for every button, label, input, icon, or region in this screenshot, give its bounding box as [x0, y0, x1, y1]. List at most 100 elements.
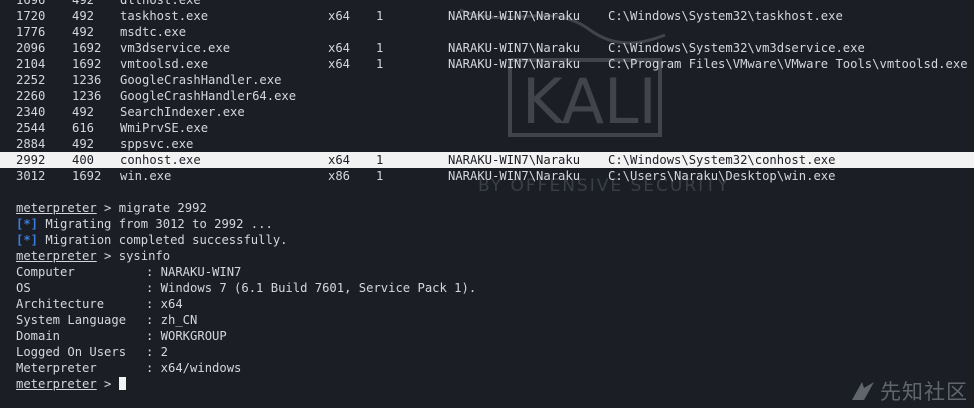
status-line: [*] Migration completed successfully.	[0, 232, 974, 248]
process-row[interactable]: 1720 492 taskhost.exe x64 1 NARAKU-WIN7\Narak…	[0, 8, 974, 24]
process-row[interactable]: 2104 1692 vmtoolsd.exe x64 1 NARAKU-WIN7\Nara…	[0, 56, 974, 72]
migrate-command-line: meterpreter > migrate 2992	[0, 200, 974, 216]
sysinfo-value: : zh_CN	[146, 313, 198, 327]
sysinfo-row: Architecture: x64	[0, 296, 974, 312]
process-pid: 2096	[16, 41, 46, 55]
brand-icon	[852, 382, 874, 400]
process-row[interactable]: 2252 1236 GoogleCrashHandler.exe	[0, 72, 974, 88]
process-list: 1696 492 dllhost.exe 1720 492 taskhost.exe x64…	[0, 0, 974, 184]
process-arch: x64	[328, 41, 351, 55]
process-ppid: 1236	[72, 89, 102, 103]
process-pid: 2884	[16, 137, 46, 151]
process-name: vm3dservice.exe	[120, 41, 231, 55]
status-marker: [*]	[16, 233, 39, 247]
process-path: C:\Windows\System32\taskhost.exe	[608, 9, 843, 23]
process-pid: 2992	[16, 153, 46, 167]
process-ppid: 492	[72, 0, 95, 7]
process-row[interactable]: 1776 492 msdtc.exe	[0, 24, 974, 40]
sysinfo-label: OS	[16, 281, 31, 295]
process-pid: 1720	[16, 9, 46, 23]
status-marker: [*]	[16, 217, 39, 231]
process-row[interactable]: 2884 492 sppsvc.exe	[0, 136, 974, 152]
sysinfo-row: OS : Windows 7 (6.1 Build 7601, Service P…	[0, 280, 974, 296]
prompt: meterpreter	[16, 249, 97, 263]
prompt-separator: >	[96, 249, 119, 263]
process-name: win.exe	[120, 169, 172, 183]
process-user: NARAKU-WIN7\Naraku	[448, 9, 581, 23]
process-row[interactable]: 2096 1692 vm3dservice.exe x64 1 NARAKU-WIN7\N…	[0, 40, 974, 56]
status-text: Migrating from 3012 to 2992 ...	[38, 217, 273, 231]
process-ppid: 1236	[72, 73, 102, 87]
process-name: conhost.exe	[120, 153, 201, 167]
process-pid: 1696	[16, 0, 46, 7]
process-row[interactable]: 2260 1236 GoogleCrashHandler64.exe	[0, 88, 974, 104]
process-pid: 2252	[16, 73, 46, 87]
prompt: meterpreter	[16, 377, 97, 391]
process-session: 1	[376, 57, 384, 71]
brand-logo: 先知社区	[850, 376, 968, 406]
process-row-selected[interactable]: 2992 400 conhost.exe x64 1 NARAKU-WIN7\Naraku…	[0, 152, 974, 168]
process-ppid: 492	[72, 137, 95, 151]
process-path: C:\Windows\System32\vm3dservice.exe	[608, 41, 865, 55]
process-name: msdtc.exe	[120, 25, 187, 39]
sysinfo-value: : NARAKU-WIN7	[146, 265, 242, 279]
process-name: GoogleCrashHandler.exe	[120, 73, 282, 87]
sysinfo-value: : Windows 7 (6.1 Build 7601, Service Pac…	[146, 281, 477, 295]
sysinfo-command-line: meterpreter > sysinfo	[0, 248, 974, 264]
command-text: sysinfo	[118, 249, 171, 263]
sysinfo-value: : 2	[146, 345, 169, 359]
process-session: 1	[376, 41, 384, 55]
sysinfo-row: Computer: NARAKU-WIN7	[0, 264, 974, 280]
process-row[interactable]: 1696 492 dllhost.exe	[0, 0, 974, 8]
sysinfo-value: : x64	[146, 297, 183, 311]
process-name: WmiPrvSE.exe	[120, 121, 209, 135]
process-path: C:\Users\Naraku\Desktop\win.exe	[608, 169, 836, 183]
process-session: 1	[376, 9, 384, 23]
sysinfo-value: : WORKGROUP	[146, 329, 227, 343]
process-name: dllhost.exe	[120, 0, 201, 7]
sysinfo-value: : x64/windows	[146, 361, 242, 375]
status-text: Migration completed successfully.	[38, 233, 288, 247]
process-ppid: 492	[72, 9, 95, 23]
process-ppid: 1692	[72, 41, 102, 55]
sysinfo-row: System Language : zh_CN	[0, 312, 974, 328]
prompt-separator: >	[96, 201, 119, 215]
process-pid: 3012	[16, 169, 46, 183]
process-arch: x64	[328, 153, 351, 167]
sysinfo-row: Logged On Users: 2	[0, 344, 974, 360]
process-ppid: 492	[72, 25, 95, 39]
prompt: meterpreter	[16, 201, 97, 215]
process-user: NARAKU-WIN7\Naraku	[448, 57, 581, 71]
terminal-window[interactable]: KALI BY OFFENSIVE SECURITY 1696 492 dllhos…	[0, 0, 974, 408]
sysinfo-output: Computer: NARAKU-WIN7 OS : Windows 7 (6.1 …	[0, 264, 974, 376]
status-line: [*] Migrating from 3012 to 2992 ...	[0, 216, 974, 232]
process-row[interactable]: 2340 492 SearchIndexer.exe	[0, 104, 974, 120]
process-ppid: 1692	[72, 169, 102, 183]
process-pid: 2104	[16, 57, 46, 71]
sysinfo-label: Meterpreter	[16, 361, 97, 375]
text-cursor[interactable]	[118, 377, 126, 390]
process-ppid: 616	[72, 121, 95, 135]
process-pid: 2544	[16, 121, 46, 135]
process-name: taskhost.exe	[120, 9, 209, 23]
process-pid: 1776	[16, 25, 46, 39]
process-row[interactable]: 2544 616 WmiPrvSE.exe	[0, 120, 974, 136]
sysinfo-label: System Language	[16, 313, 127, 327]
process-user: NARAKU-WIN7\Naraku	[448, 41, 581, 55]
process-arch: x86	[328, 169, 351, 183]
process-arch: x64	[328, 57, 351, 71]
sysinfo-label: Domain	[16, 329, 61, 343]
active-prompt-line[interactable]: meterpreter >	[0, 376, 974, 392]
process-path: C:\Windows\System32\conhost.exe	[608, 153, 836, 167]
process-row[interactable]: 3012 1692 win.exe x86 1 NARAKU-WIN7\Naraku C:\…	[0, 168, 974, 184]
process-ppid: 492	[72, 105, 95, 119]
terminal-output: 1696 492 dllhost.exe 1720 492 taskhost.exe x64…	[0, 0, 974, 392]
process-pid: 2340	[16, 105, 46, 119]
process-ppid: 400	[72, 153, 95, 167]
sysinfo-row: Domain : WORKGROUP	[0, 328, 974, 344]
process-ppid: 1692	[72, 57, 102, 71]
process-session: 1	[376, 169, 384, 183]
process-name: GoogleCrashHandler64.exe	[120, 89, 297, 103]
sysinfo-row: Meterpreter : x64/windows	[0, 360, 974, 376]
process-name: SearchIndexer.exe	[120, 105, 245, 119]
